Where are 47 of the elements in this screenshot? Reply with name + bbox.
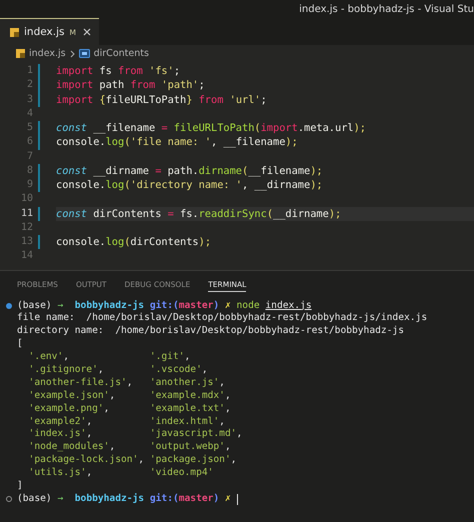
- line-number: 11: [20, 206, 33, 220]
- line-number: 2: [26, 78, 33, 92]
- terminal-line: file name: /home/borislav/Desktop/bobbyhadz-rest/bobbyhadz-js/index.js: [17, 312, 428, 326]
- terminal-line: 'node_modules', 'output.webp',: [28, 441, 231, 454]
- line-number: 8: [26, 164, 33, 178]
- terminal-line: [: [17, 338, 23, 352]
- line-number: 5: [26, 121, 33, 135]
- breadcrumb-item[interactable]: dirContents: [94, 48, 149, 59]
- line-number: 9: [26, 178, 33, 192]
- code-line: const __dirname = path.dirname(__filename);: [56, 164, 323, 177]
- terminal-line: 'example.json', 'example.mdx',: [28, 390, 231, 403]
- terminal-line: '.env', '.git',: [28, 351, 190, 364]
- line-number: 1: [26, 64, 33, 78]
- code-line: import fs from 'fs';: [56, 65, 180, 77]
- line-number: 12: [20, 220, 33, 235]
- line-number: 3: [26, 92, 33, 106]
- terminal-line: (base) → bobbyhadz-js git:(master) ✗ node index.js: [17, 300, 312, 312]
- js-file-icon: [10, 28, 19, 36]
- terminal-line: directory name: /home/borislav/Desktop/bobbyhadz-rest/bobbyhadz-js: [17, 325, 404, 338]
- line-number: 7: [26, 150, 33, 164]
- terminal-line: 'package-lock.json', 'package.json',: [28, 454, 237, 468]
- terminal-line: ]: [17, 480, 23, 493]
- terminal-line: 'another-file.js', 'another.js',: [28, 376, 225, 390]
- js-file-icon: [16, 49, 25, 58]
- terminal-line: 'index.js', 'javascript.md',: [28, 428, 242, 442]
- code-line: console.log(dirContents);: [56, 236, 212, 248]
- breadcrumb-item[interactable]: index.js: [29, 48, 66, 59]
- terminal-line: (base) → bobbyhadz-js git:(master) ✗: [17, 492, 231, 506]
- close-icon[interactable]: [82, 28, 91, 36]
- variable-icon: [78, 49, 90, 58]
- code-line: console.log('directory name: ', __dirname);: [56, 179, 323, 191]
- code-line: import path from 'path';: [56, 79, 205, 92]
- code-line: import {fileURLToPath} from 'url';: [56, 94, 267, 106]
- line-number: 6: [26, 135, 33, 150]
- terminal-line: 'example.png', 'example.txt',: [28, 402, 231, 416]
- window-title: index.js - bobbyhadz-js - Visual Stu: [299, 4, 474, 14]
- code-line: const dirContents = fs.readdirSync(__dirname);: [56, 208, 342, 220]
- line-number: 13: [20, 235, 33, 249]
- terminal-line: 'utils.js', 'video.mp4': [28, 467, 214, 480]
- chevron-icon: [70, 50, 75, 58]
- line-number: 10: [20, 192, 33, 206]
- terminal-line: '.gitignore', '.vscode',: [28, 364, 208, 377]
- code-line: console.log('file name: ', __filename);: [56, 136, 298, 148]
- line-number: 4: [26, 106, 33, 121]
- line-number: 14: [20, 249, 33, 264]
- terminal-line: 'example2', 'index.html',: [28, 416, 225, 428]
- code-line: const __filename = fileURLToPath(import.meta.url);: [56, 122, 366, 134]
